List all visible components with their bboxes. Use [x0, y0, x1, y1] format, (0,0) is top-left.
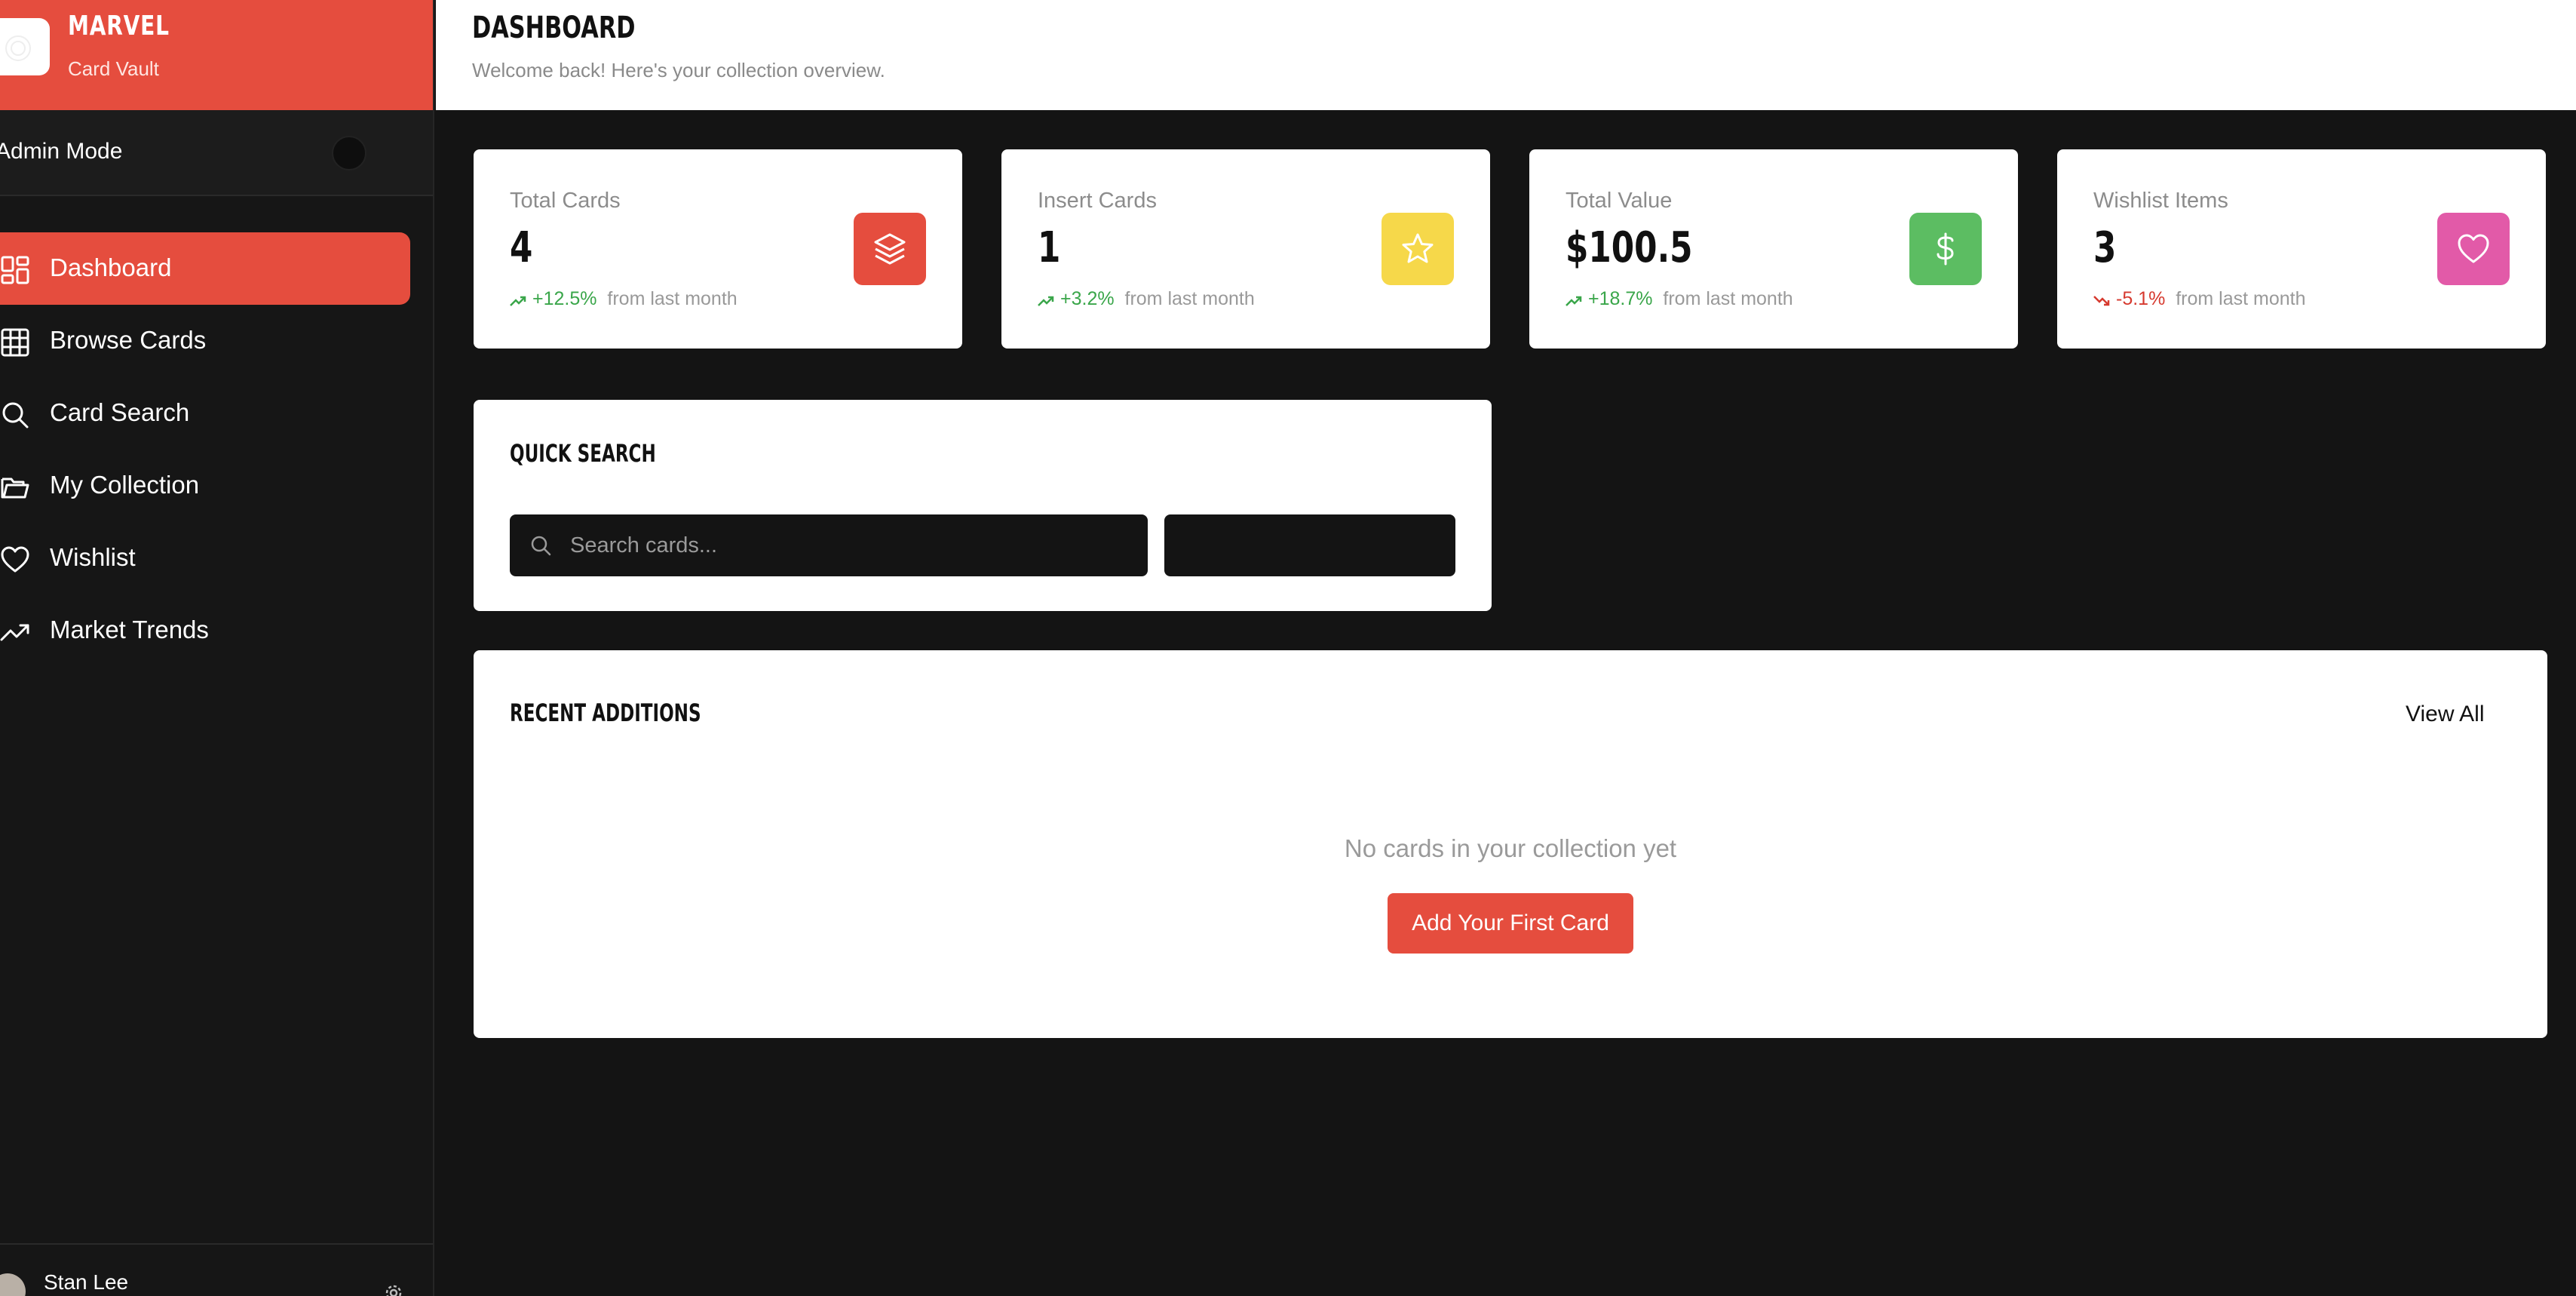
sidebar-item-label: Card Search	[50, 398, 190, 426]
sidebar-item-card-search[interactable]: Card Search	[0, 377, 410, 450]
trend-down-icon	[2093, 296, 2110, 306]
avatar	[0, 1273, 26, 1296]
stat-change-note: from last month	[1663, 288, 1793, 309]
stat-badge	[2437, 213, 2510, 285]
quick-search-panel: QUICK SEARCH	[474, 400, 1492, 611]
quick-search-title: QUICK SEARCH	[510, 439, 656, 468]
stat-label: Wishlist Items	[2093, 189, 2228, 213]
heart-icon	[1, 546, 29, 573]
stat-card-total-value: Total Value $100.5 +18.7% from last mont…	[1529, 149, 2018, 349]
page-title: DASHBOARD	[472, 11, 636, 45]
stat-card-insert-cards: Insert Cards 1 +3.2% from last month	[1001, 149, 1490, 349]
stat-trend: -5.1% from last month	[2093, 288, 2306, 310]
folder-icon	[1, 478, 29, 499]
trend-up-icon	[510, 296, 526, 306]
stat-badge	[1909, 213, 1982, 285]
user-name: Stan Lee	[44, 1270, 129, 1294]
stat-label: Total Value	[1566, 189, 1673, 213]
search-box[interactable]	[510, 514, 1148, 576]
search-icon	[2, 402, 29, 428]
stat-change: +3.2%	[1060, 288, 1115, 309]
empty-state-text: No cards in your collection yet	[1344, 834, 1677, 862]
stat-label: Total Cards	[510, 189, 621, 213]
sidebar-item-wishlist[interactable]: Wishlist	[0, 522, 410, 594]
stat-card-total-cards: Total Cards 4 +12.5% from last month	[474, 149, 962, 349]
admin-mode-row: Admin Mode	[0, 110, 433, 196]
sidebar-item-market-trends[interactable]: Market Trends	[0, 594, 410, 667]
add-first-card-button[interactable]: Add Your First Card	[1388, 893, 1633, 954]
stat-change: +18.7%	[1588, 288, 1653, 309]
stat-change: -5.1%	[2116, 288, 2166, 309]
stat-label: Insert Cards	[1038, 189, 1157, 213]
stat-badge	[1382, 213, 1454, 285]
recent-additions-title: RECENT ADDITIONS	[510, 699, 701, 727]
grid-icon	[1, 328, 29, 357]
dollar-icon	[1937, 232, 1954, 266]
stat-value: $100.5	[1566, 223, 1693, 272]
sidebar-item-label: Dashboard	[50, 253, 172, 281]
search-icon	[531, 536, 551, 556]
stat-badge	[854, 213, 926, 285]
stat-card-wishlist-items: Wishlist Items 3 -5.1% from last month	[2057, 149, 2546, 349]
sidebar-item-label: Browse Cards	[50, 326, 207, 354]
trend-up-icon	[1038, 296, 1054, 306]
stat-value: 4	[510, 223, 533, 272]
search-button[interactable]	[1164, 514, 1455, 576]
sidebar-item-dashboard[interactable]: Dashboard	[0, 232, 410, 305]
spiral-logo-icon	[5, 35, 31, 61]
brand-subtitle: Card Vault	[68, 57, 159, 80]
sidebar-item-browse-cards[interactable]: Browse Cards	[0, 305, 410, 377]
dashboard-icon	[1, 256, 29, 284]
heart-icon	[2458, 234, 2489, 263]
brand-title: MARVEL	[68, 11, 170, 41]
user-profile[interactable]: Stan Lee	[0, 1243, 433, 1296]
sidebar-item-my-collection[interactable]: My Collection	[0, 450, 410, 522]
stat-trend: +12.5% from last month	[510, 288, 738, 310]
star-icon	[1402, 233, 1434, 263]
page-subtitle: Welcome back! Here's your collection ove…	[472, 59, 885, 81]
sidebar-item-label: My Collection	[50, 471, 200, 499]
sidebar-item-label: Wishlist	[50, 543, 136, 571]
stat-change: +12.5%	[532, 288, 597, 309]
gear-icon[interactable]	[383, 1282, 404, 1296]
admin-mode-toggle[interactable]	[332, 136, 366, 170]
admin-mode-label: Admin Mode	[0, 139, 123, 164]
recent-additions-panel: RECENT ADDITIONS View All No cards in yo…	[474, 650, 2547, 1038]
view-all-link[interactable]: View All	[2406, 702, 2485, 727]
stat-change-note: from last month	[2176, 288, 2306, 309]
search-input[interactable]	[570, 514, 1128, 576]
trend-up-icon	[1566, 296, 1582, 306]
stat-change-note: from last month	[607, 288, 738, 309]
sidebar-item-label: Market Trends	[50, 616, 209, 643]
logo	[0, 18, 50, 75]
stat-trend: +18.7% from last month	[1566, 288, 1793, 310]
stat-value: 1	[1038, 223, 1061, 272]
sidebar: MARVEL Card Vault Admin Mode Dashboard B…	[0, 0, 434, 1296]
layers-icon	[874, 233, 906, 265]
trending-up-icon	[0, 624, 29, 641]
stat-change-note: from last month	[1124, 288, 1255, 309]
stat-trend: +3.2% from last month	[1038, 288, 1255, 310]
page-header: DASHBOARD Welcome back! Here's your coll…	[436, 0, 2576, 110]
stat-value: 3	[2093, 223, 2117, 272]
brand-header: MARVEL Card Vault	[0, 0, 433, 110]
